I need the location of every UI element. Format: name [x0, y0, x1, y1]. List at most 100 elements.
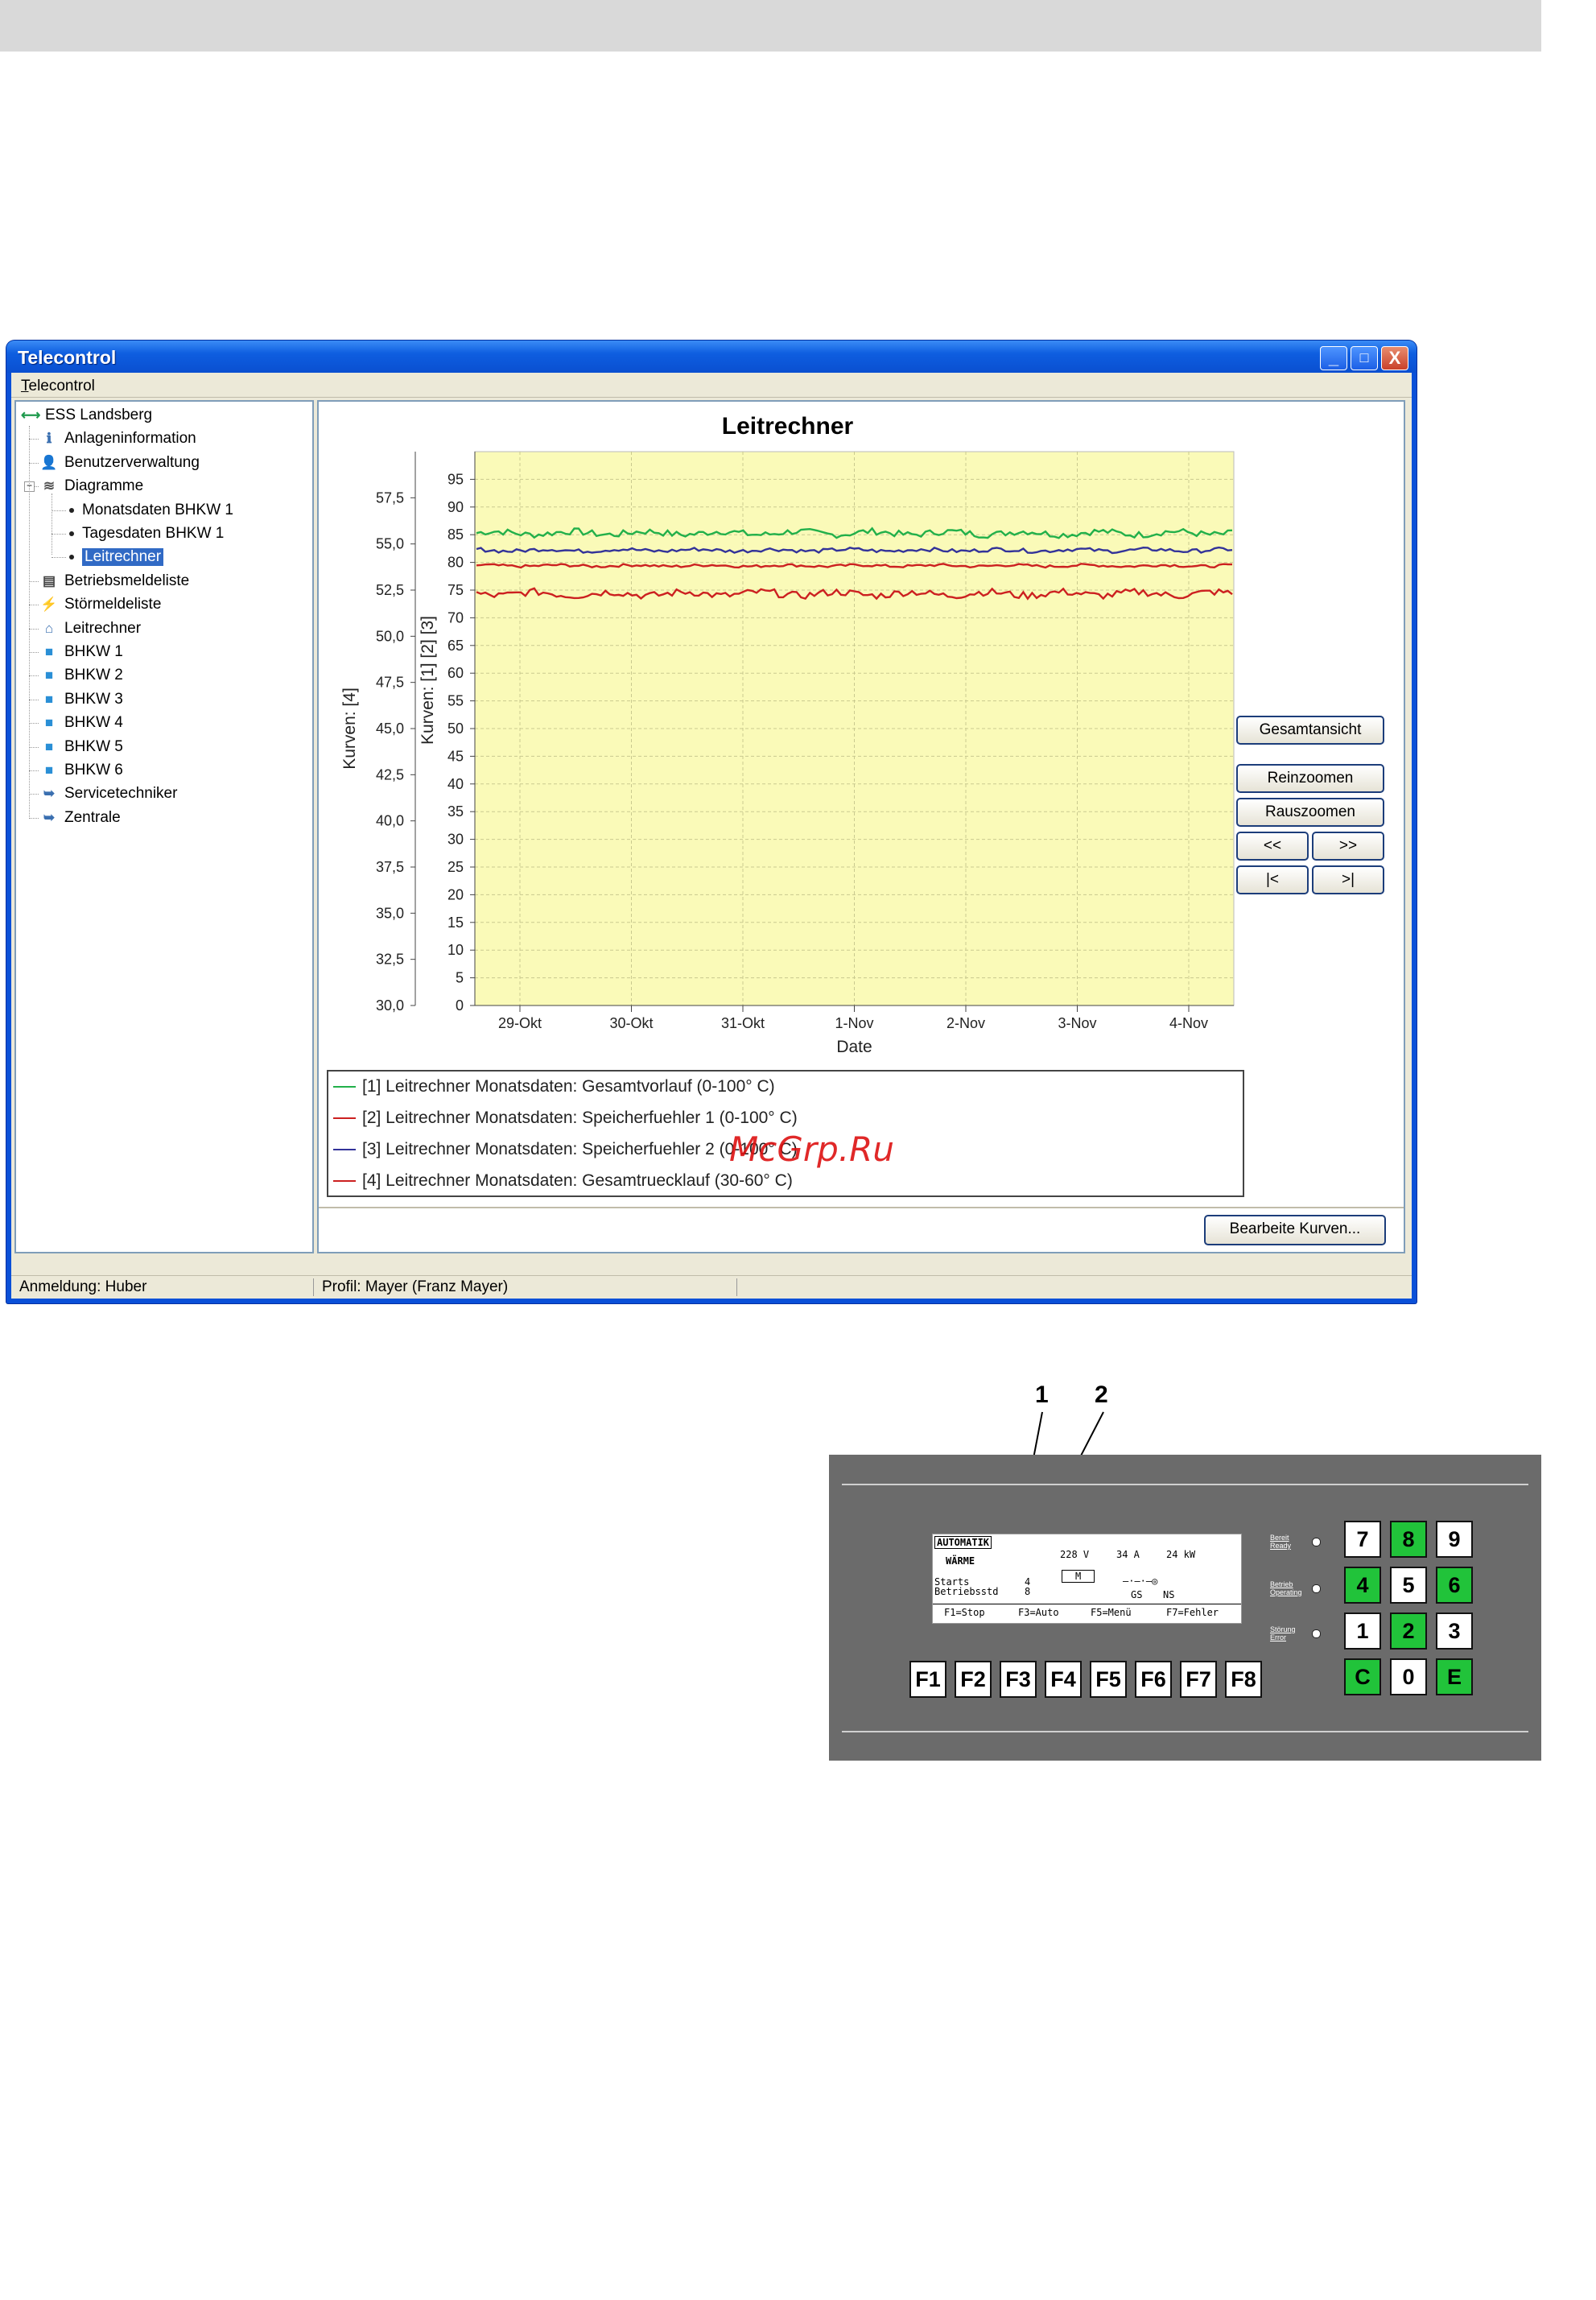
controller-panel: AUTOMATIK WÄRME 228 V 34 A 24 kW M —·—·—…: [829, 1455, 1541, 1761]
panel-rule-bottom: [842, 1731, 1528, 1732]
tree-item-label: ESS Landsberg: [45, 407, 153, 423]
tree-item-label: Diagramme: [64, 477, 144, 495]
keypad-key-5[interactable]: 5: [1390, 1567, 1427, 1604]
error-led: [1312, 1629, 1321, 1638]
tree-item[interactable]: ⌂ Leitrechner: [40, 618, 141, 639]
tree-item[interactable]: ℹ Anlageninformation: [40, 428, 196, 449]
x-tick-label: 31-Okt: [721, 1015, 765, 1031]
y-outer-tick-label: 35,0: [376, 905, 404, 921]
function-key-f2[interactable]: F2: [955, 1661, 992, 1698]
function-key-f3[interactable]: F3: [1000, 1661, 1037, 1698]
tree-item[interactable]: ■ BHKW 1: [40, 642, 123, 663]
keypad-key-8[interactable]: 8: [1390, 1521, 1427, 1558]
tree-item-label: BHKW 3: [64, 690, 123, 708]
status-bar: Anmeldung: Huber Profil: Mayer (Franz Ma…: [11, 1275, 1412, 1299]
lcd-sub: WÄRME: [946, 1555, 975, 1567]
function-key-f6[interactable]: F6: [1135, 1661, 1172, 1698]
y-inner-tick-label: 30: [447, 832, 464, 848]
title-bar[interactable]: Telecontrol _ □ X: [6, 341, 1417, 373]
y-inner-tick-label: 25: [447, 859, 464, 875]
tree-item[interactable]: Monatsdaten BHKW 1: [69, 500, 233, 521]
keypad-key-1[interactable]: 1: [1344, 1612, 1381, 1650]
function-key-f1[interactable]: F1: [909, 1661, 946, 1698]
y-outer-tick-label: 42,5: [376, 766, 404, 782]
x-tick-label: 2-Nov: [946, 1015, 985, 1031]
lcd-softkey-1: F1=Stop: [944, 1607, 985, 1618]
tree-item[interactable]: ■ BHKW 5: [40, 737, 123, 758]
y-outer-tick-label: 37,5: [376, 859, 404, 875]
lcd-display: AUTOMATIK WÄRME 228 V 34 A 24 kW M —·—·—…: [932, 1534, 1242, 1624]
tree-vertical-line: [29, 426, 30, 819]
keypad-key-3[interactable]: 3: [1436, 1612, 1473, 1650]
maximize-button[interactable]: □: [1351, 346, 1378, 370]
telecontrol-window: Telecontrol _ □ X Telecontrol ⟷ ESS Lands…: [6, 341, 1417, 1303]
tree-item[interactable]: ■ BHKW 4: [40, 712, 123, 733]
tree-item[interactable]: ⟷ ESS Landsberg: [21, 405, 152, 426]
tree-item-label: Leitrechner: [64, 619, 142, 637]
tree-item[interactable]: ▤ Betriebsmeldeliste: [40, 571, 189, 592]
tree-item[interactable]: ⚡ Störmeldeliste: [40, 594, 161, 615]
y-inner-tick-label: 45: [447, 748, 464, 764]
minimize-button[interactable]: _: [1320, 346, 1347, 370]
tree-connector: [29, 723, 39, 725]
function-key-f4[interactable]: F4: [1045, 1661, 1082, 1698]
zoom-in-button[interactable]: Reinzoomen: [1236, 764, 1384, 793]
tree-item[interactable]: ■ BHKW 2: [40, 665, 123, 686]
tree-item[interactable]: Leitrechner: [69, 547, 164, 568]
next-button[interactable]: >>: [1312, 832, 1384, 861]
keypad-key-2[interactable]: 2: [1390, 1612, 1427, 1650]
keypad-key-7[interactable]: 7: [1344, 1521, 1381, 1558]
tree-connector: [29, 439, 39, 440]
tree-item[interactable]: Tagesdaten BHKW 1: [69, 523, 224, 544]
menu-bar: Telecontrol: [11, 373, 1412, 398]
y-inner-tick-label: 65: [447, 638, 464, 654]
user-icon: 👤: [40, 454, 58, 470]
tree-item-label: BHKW 1: [64, 643, 123, 660]
last-button[interactable]: >|: [1312, 865, 1384, 894]
function-key-f8[interactable]: F8: [1225, 1661, 1262, 1698]
tree-item-label: Monatsdaten BHKW 1: [82, 501, 233, 518]
legend-item: [1] Leitrechner Monatsdaten: Gesamtvorla…: [333, 1075, 775, 1099]
keypad-key-9[interactable]: 9: [1436, 1521, 1473, 1558]
tree-item-label: Benutzerverwaltung: [64, 453, 200, 471]
function-key-f7[interactable]: F7: [1180, 1661, 1217, 1698]
callout-1: 1: [1035, 1381, 1049, 1408]
keypad-key-6[interactable]: 6: [1436, 1567, 1473, 1604]
panel-rule-top: [842, 1484, 1528, 1485]
function-key-f5[interactable]: F5: [1090, 1661, 1127, 1698]
navigation-tree[interactable]: ⟷ ESS Landsberg ℹ Anlageninformation 👤 Benutz…: [14, 400, 314, 1253]
close-button[interactable]: X: [1381, 346, 1408, 370]
lcd-softkey-3: F3=Auto: [1018, 1607, 1059, 1618]
tree-item[interactable]: ➥ Zentrale: [40, 807, 121, 828]
tree-item[interactable]: ➥ Servicetechniker: [40, 783, 178, 804]
first-button[interactable]: |<: [1236, 865, 1309, 894]
close-icon: X: [1388, 348, 1401, 368]
tree-item[interactable]: ■ BHKW 6: [40, 760, 123, 781]
y-inner-tick-label: 10: [447, 942, 464, 958]
previous-button[interactable]: <<: [1236, 832, 1309, 861]
keypad-key-c[interactable]: C: [1344, 1658, 1381, 1695]
led-ready-label-en: Ready: [1270, 1542, 1292, 1550]
edit-curves-button[interactable]: Bearbeite Kurven...: [1204, 1215, 1386, 1245]
tree-item[interactable]: ≋ Diagramme: [40, 476, 143, 497]
legend-swatch: [333, 1180, 356, 1182]
keypad-key-0[interactable]: 0: [1390, 1658, 1427, 1695]
lcd-hours-value: 8: [1025, 1586, 1031, 1597]
operating-led: [1312, 1584, 1321, 1593]
y-inner-tick-label: 75: [447, 582, 464, 598]
tree-item[interactable]: 👤 Benutzerverwaltung: [40, 452, 200, 473]
keypad-key-4[interactable]: 4: [1344, 1567, 1381, 1604]
keypad-key-e[interactable]: E: [1436, 1658, 1473, 1695]
menu-telecontrol[interactable]: Telecontrol: [21, 378, 95, 395]
led-error-label: Störung Error: [1270, 1625, 1296, 1641]
zoom-out-button[interactable]: Rauszoomen: [1236, 798, 1384, 827]
y-outer-tick-label: 47,5: [376, 675, 404, 691]
tree-connector: [52, 510, 66, 511]
y-outer-tick-label: 50,0: [376, 628, 404, 644]
home-icon: ⌂: [44, 620, 54, 636]
overview-button[interactable]: Gesamtansicht: [1236, 716, 1384, 745]
tree-item[interactable]: ■ BHKW 3: [40, 689, 123, 710]
x-axis-label: Date: [836, 1038, 872, 1056]
y-outer-tick-label: 30,0: [376, 997, 404, 1014]
lcd-ns: NS: [1163, 1589, 1175, 1600]
